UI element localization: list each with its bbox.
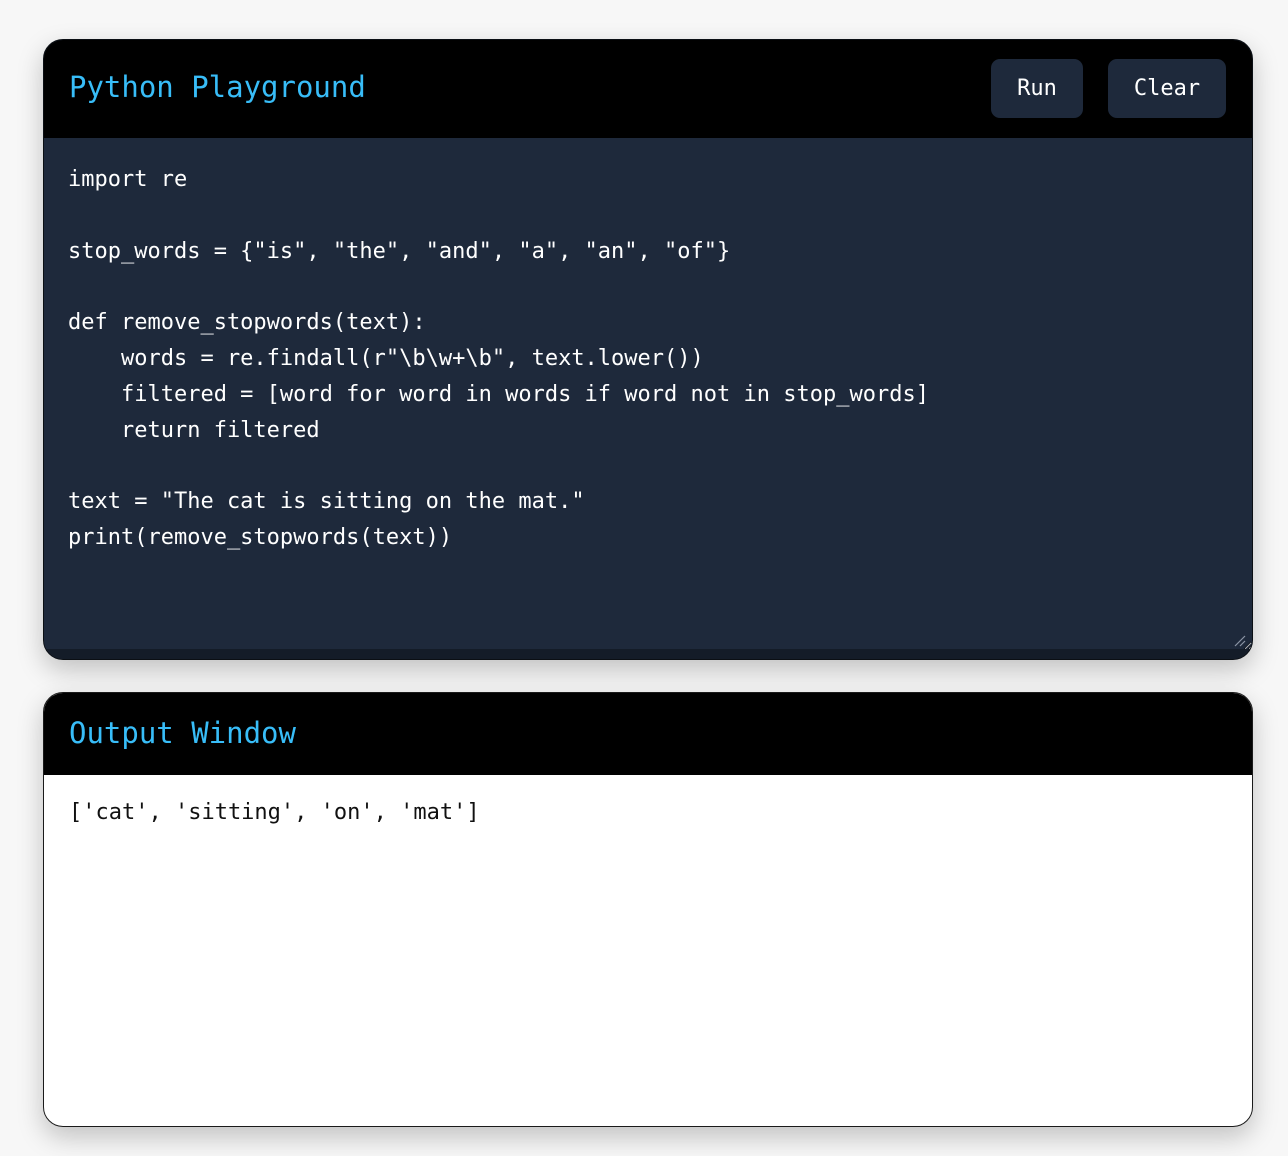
clear-button[interactable]: Clear xyxy=(1108,59,1226,118)
editor-title: Python Playground xyxy=(69,70,366,104)
output-panel: Output Window ['cat', 'sitting', 'on', '… xyxy=(43,692,1253,1127)
run-button[interactable]: Run xyxy=(991,59,1083,118)
output-title: Output Window xyxy=(69,716,296,750)
editor-bottom-bar xyxy=(44,649,1252,659)
output-text: ['cat', 'sitting', 'on', 'mat'] xyxy=(69,800,480,825)
editor-header: Python Playground Run Clear xyxy=(44,40,1252,138)
code-editor[interactable]: import re stop_words = {"is", "the", "an… xyxy=(44,138,1252,650)
output-header: Output Window xyxy=(44,693,1252,775)
editor-panel: Python Playground Run Clear import re st… xyxy=(43,39,1253,660)
resize-grip-icon[interactable] xyxy=(1234,635,1246,647)
